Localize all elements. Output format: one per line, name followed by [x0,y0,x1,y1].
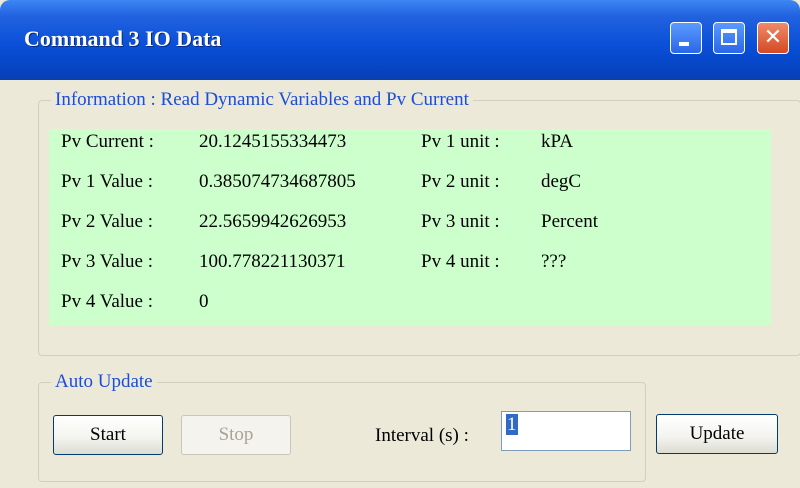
update-button[interactable]: Update [656,414,778,454]
pv3-value: 100.778221130371 [199,251,346,272]
pv4-unit-label: Pv 4 unit : [421,251,500,272]
information-group-legend: Information : Read Dynamic Variables and… [51,89,473,111]
dialog-window: Command 3 IO Data ✕ Information : Read D… [0,0,800,488]
window-title: Command 3 IO Data [24,26,222,51]
pv1-unit-value: kPA [541,131,574,152]
title-bar[interactable]: Command 3 IO Data ✕ [0,0,800,80]
start-button[interactable]: Start [53,415,163,455]
interval-input-value: 1 [506,414,518,435]
dialog-client-area: Information : Read Dynamic Variables and… [6,80,800,482]
pv4-unit-value: ??? [541,251,567,272]
pv1-value-label: Pv 1 Value : [61,171,154,192]
pv2-value-label: Pv 2 Value : [61,211,154,232]
pv4-value-label: Pv 4 Value : [61,291,154,312]
auto-update-legend: Auto Update [51,371,157,393]
pv1-unit-label: Pv 1 unit : [421,131,500,152]
maximize-button[interactable] [713,22,745,54]
minimize-button[interactable] [670,22,702,54]
pv3-unit-label: Pv 3 unit : [421,211,500,232]
information-group: Information : Read Dynamic Variables and… [38,89,800,356]
maximize-icon [721,29,737,45]
pv2-unit-label: Pv 2 unit : [421,171,500,192]
stop-button[interactable]: Stop [181,415,291,455]
auto-update-group: Auto Update Start Stop Interval (s) : 1 [38,371,646,482]
pv-current-label: Pv Current : [61,131,154,152]
pv4-value: 0 [199,291,209,312]
pv-current-value: 20.1245155334473 [199,131,347,152]
interval-input[interactable]: 1 [501,411,631,451]
pv2-unit-value: degC [541,171,582,192]
close-icon: ✕ [763,25,783,50]
pv3-value-label: Pv 3 Value : [61,251,154,272]
pv2-value: 22.5659942626953 [199,211,347,232]
close-button[interactable]: ✕ [757,22,789,54]
pv1-value: 0.385074734687805 [199,171,356,192]
pv3-unit-value: Percent [541,211,598,232]
minimize-icon [679,42,689,46]
dynamic-variables-panel: Pv Current : 20.1245155334473 Pv 1 unit … [49,129,771,325]
interval-label: Interval (s) : [375,425,469,446]
